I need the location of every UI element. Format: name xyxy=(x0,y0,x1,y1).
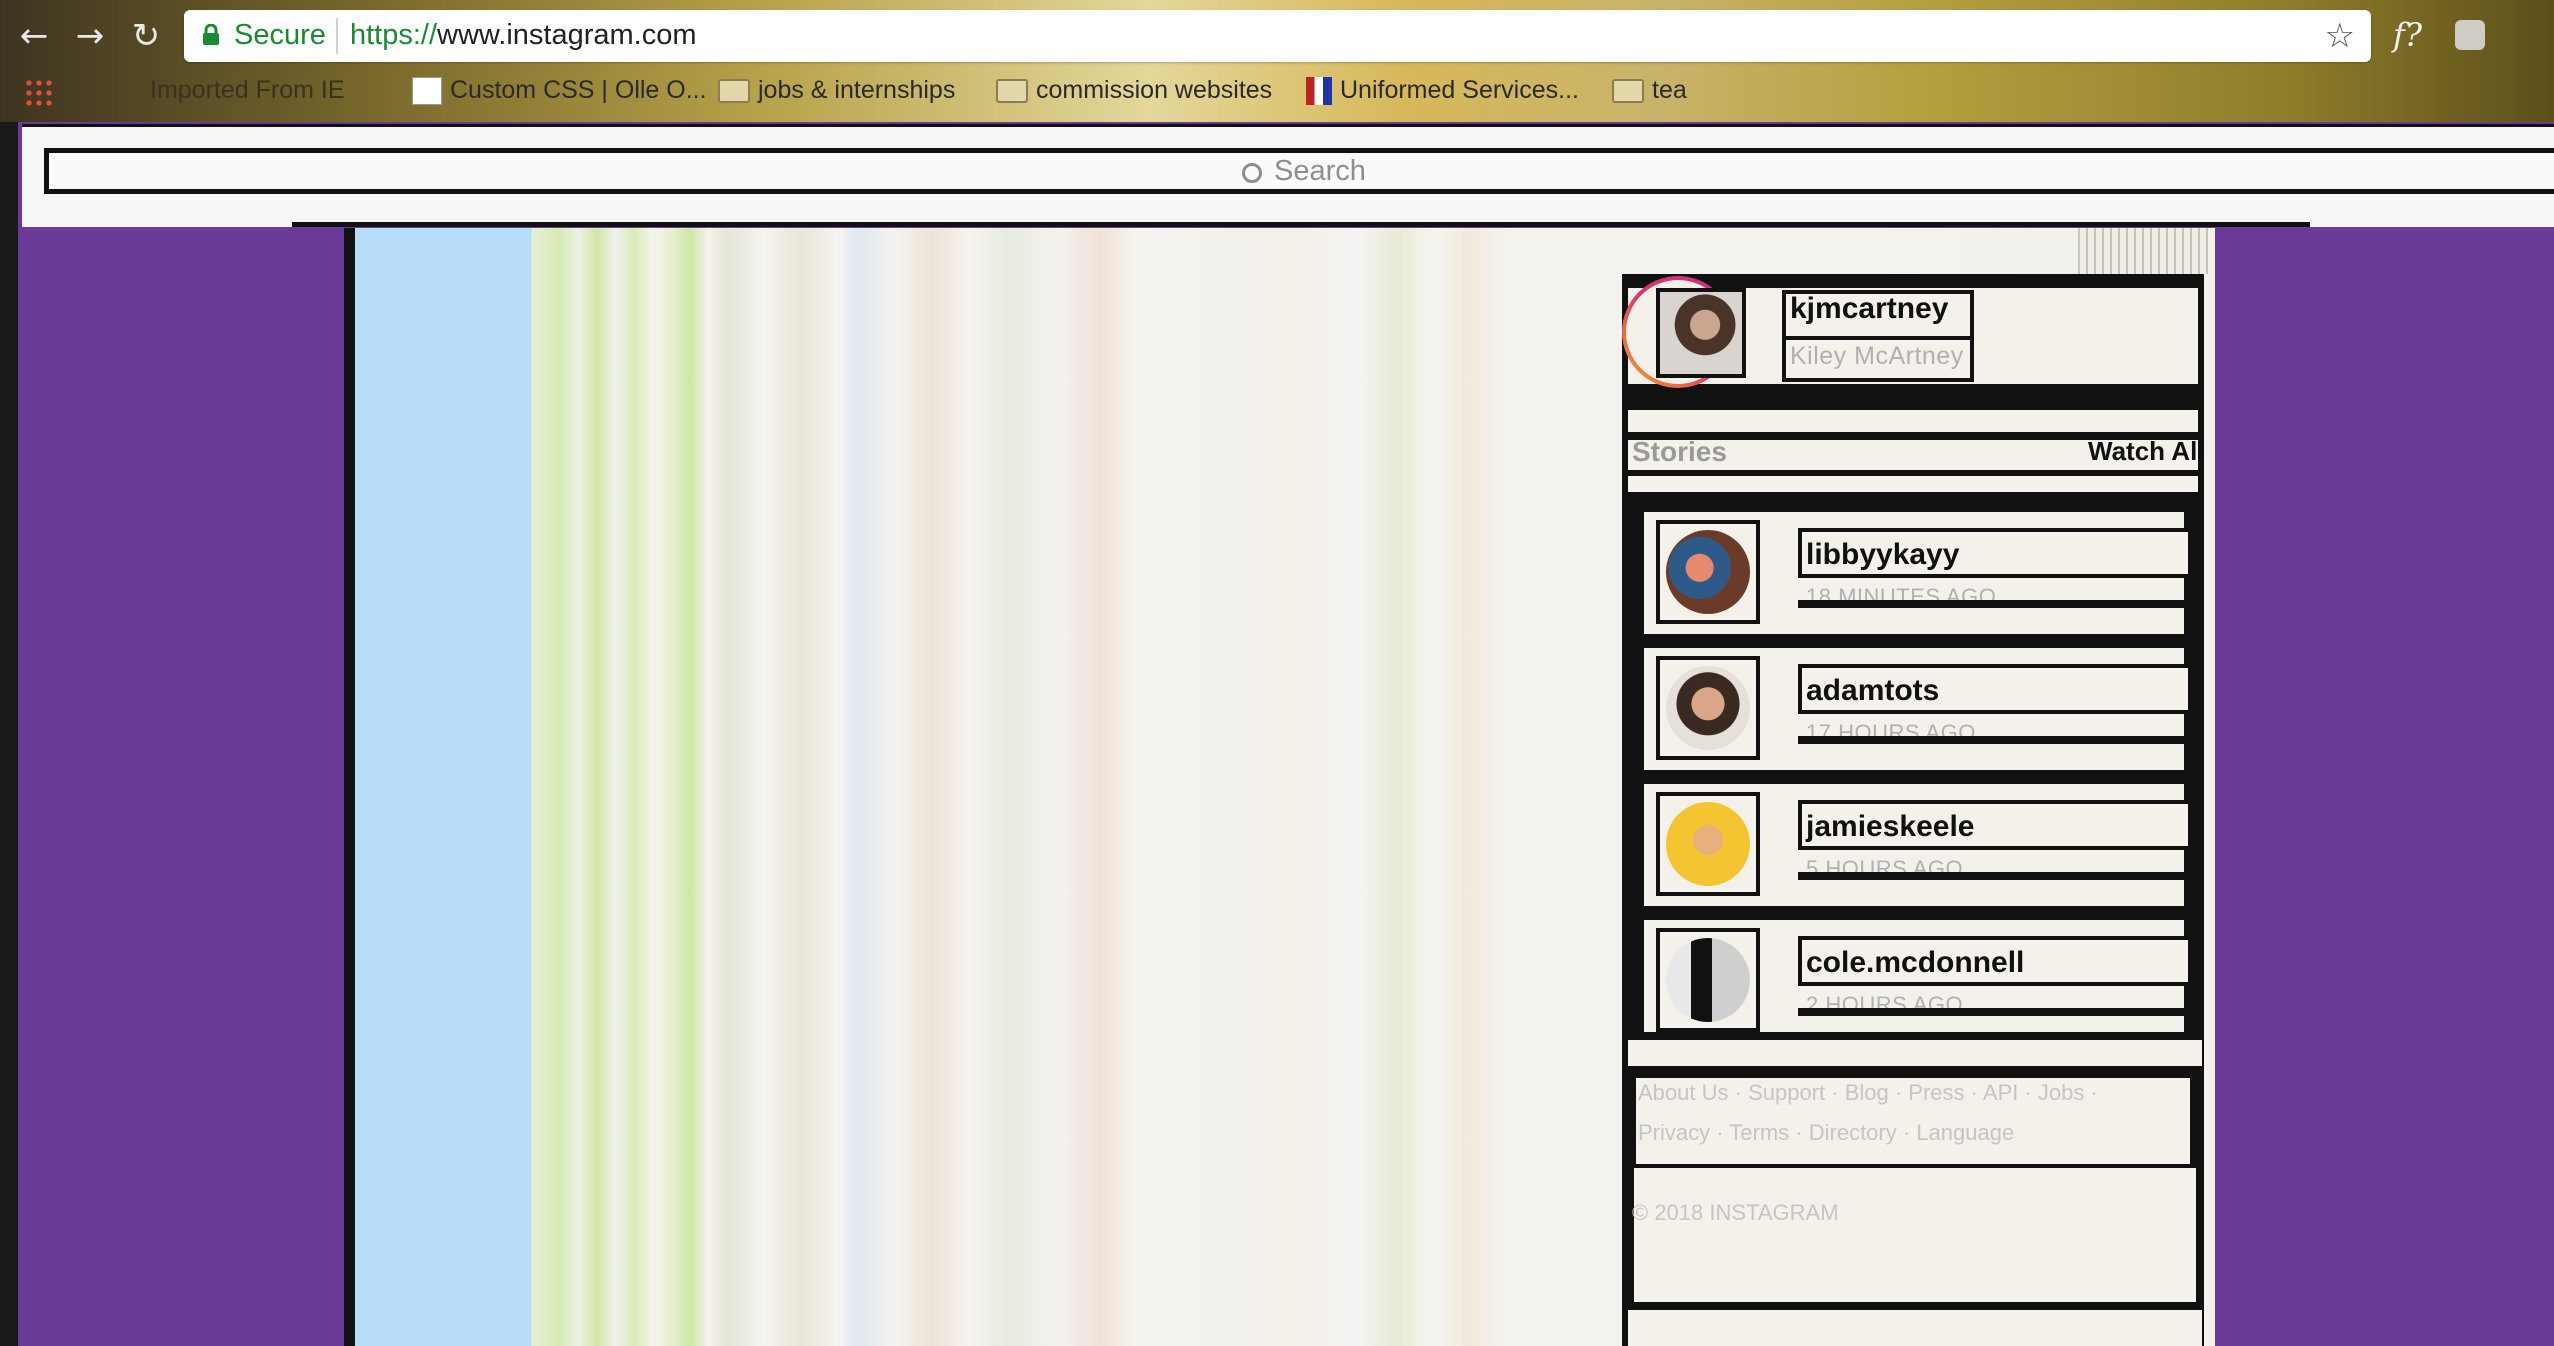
address-separator xyxy=(336,18,338,54)
bookmarks-bar: Imported From IE Custom CSS | Olle O... … xyxy=(0,68,2554,114)
footer-links-row: Privacy · Terms · Directory · Language xyxy=(1638,1120,2014,1146)
flag-icon xyxy=(1306,77,1332,106)
story-avatar[interactable] xyxy=(1656,928,1760,1032)
folder-icon xyxy=(996,79,1028,104)
footer-link-support[interactable]: Support xyxy=(1748,1080,1825,1105)
story-avatar[interactable] xyxy=(1656,520,1760,624)
avatar xyxy=(1666,802,1750,886)
story-username: libbyykayy xyxy=(1806,538,1960,571)
footer-link-language[interactable]: Language xyxy=(1916,1120,2014,1145)
story-divider xyxy=(1798,872,2184,880)
search-icon xyxy=(1242,163,1262,183)
footer-separator: · xyxy=(1789,1120,1809,1145)
bookmark-label: tea xyxy=(1652,76,1687,104)
footer-link-jobs[interactable]: Jobs xyxy=(2038,1080,2084,1105)
bookmark-item[interactable]: Uniformed Services... xyxy=(1306,76,1579,106)
bookmark-label: Uniformed Services... xyxy=(1340,76,1579,104)
story-divider xyxy=(1798,736,2184,744)
footer-separator: · xyxy=(1888,1080,1909,1105)
footer-separator: · xyxy=(1964,1080,1983,1105)
bookmark-item[interactable]: Custom CSS | Olle O... xyxy=(412,76,707,106)
bookmark-star-icon[interactable]: ☆ xyxy=(2325,16,2355,56)
footer-link-terms[interactable]: Terms xyxy=(1729,1120,1789,1145)
nav-divider xyxy=(292,222,2310,227)
profile-username[interactable]: kjmcartney xyxy=(1790,292,1948,326)
footer-link-blog[interactable]: Blog xyxy=(1845,1080,1889,1105)
folder-icon xyxy=(718,79,750,104)
spacer xyxy=(1628,476,2198,492)
bookmark-item[interactable]: Imported From IE xyxy=(150,76,345,105)
profile-full-name: Kiley McArtney xyxy=(1790,342,1964,370)
bookmark-label: commission websites xyxy=(1036,76,1273,104)
secure-label: Secure xyxy=(234,19,326,51)
url-host: www.instagram.com xyxy=(437,19,697,51)
avatar xyxy=(1666,938,1750,1022)
back-icon[interactable]: ← xyxy=(12,14,56,58)
footer-separator: · xyxy=(1825,1080,1845,1105)
footer-separator: · xyxy=(2018,1080,2038,1105)
extension-icon[interactable]: f? xyxy=(2393,16,2422,54)
footer-links-row: About Us · Support · Blog · Press · API … xyxy=(1638,1080,2098,1106)
reload-icon[interactable]: ↻ xyxy=(124,14,168,58)
watch-all-link[interactable]: Watch All xyxy=(2088,436,2205,467)
avatar xyxy=(1666,530,1750,614)
folder-icon xyxy=(1612,79,1644,104)
forward-icon[interactable]: → xyxy=(68,14,112,58)
bookmark-label: jobs & internships xyxy=(758,76,956,104)
footer-link-directory[interactable]: Directory xyxy=(1809,1120,1897,1145)
bookmark-folder[interactable]: tea xyxy=(1612,76,1687,105)
address-bar[interactable]: Secure https://www.instagram.com ☆ xyxy=(184,10,2371,62)
story-avatar[interactable] xyxy=(1656,656,1760,760)
copyright-box xyxy=(1634,1168,2196,1302)
footer-link-press[interactable]: Press xyxy=(1908,1080,1964,1105)
feed-border xyxy=(344,228,355,1346)
avatar[interactable] xyxy=(1656,288,1746,378)
avatar xyxy=(1666,666,1750,750)
story-username: cole.mcdonnell xyxy=(1806,946,2025,979)
bookmark-label: Custom CSS | Olle O... xyxy=(450,76,707,104)
url-protocol: https:// xyxy=(350,19,438,51)
footer-link-api[interactable]: API xyxy=(1983,1080,2018,1105)
footer-link-privacy[interactable]: Privacy xyxy=(1638,1120,1710,1145)
spacer xyxy=(1628,1310,2202,1346)
apps-grid-icon[interactable] xyxy=(24,78,54,108)
bookmark-folder[interactable]: jobs & internships xyxy=(718,76,955,105)
story-username: adamtots xyxy=(1806,674,1940,707)
footer-separator: · xyxy=(2084,1080,2098,1105)
spacer xyxy=(1628,1040,2202,1066)
footer-separator: · xyxy=(1728,1080,1749,1105)
lock-icon xyxy=(203,24,219,45)
page-left-edge xyxy=(0,122,18,1346)
extension-shield-icon[interactable] xyxy=(2455,20,2485,50)
footer-link-about[interactable]: About Us xyxy=(1638,1080,1729,1105)
story-divider xyxy=(1798,600,2184,608)
search-placeholder: Search xyxy=(1274,155,1366,187)
decorative-stripe xyxy=(2078,228,2208,274)
story-divider xyxy=(1798,1008,2184,1016)
site-icon xyxy=(412,77,442,106)
url-text[interactable]: https://www.instagram.com xyxy=(350,19,697,52)
stories-title: Stories xyxy=(1632,436,1727,467)
footer-separator: · xyxy=(1710,1120,1730,1145)
bookmark-folder[interactable]: commission websites xyxy=(996,76,1272,105)
story-avatar[interactable] xyxy=(1656,792,1760,896)
story-username: jamieskeele xyxy=(1806,810,1975,843)
copyright: © 2018 INSTAGRAM xyxy=(1632,1200,1839,1225)
footer-separator: · xyxy=(1896,1120,1917,1145)
spacer xyxy=(1628,410,2198,432)
